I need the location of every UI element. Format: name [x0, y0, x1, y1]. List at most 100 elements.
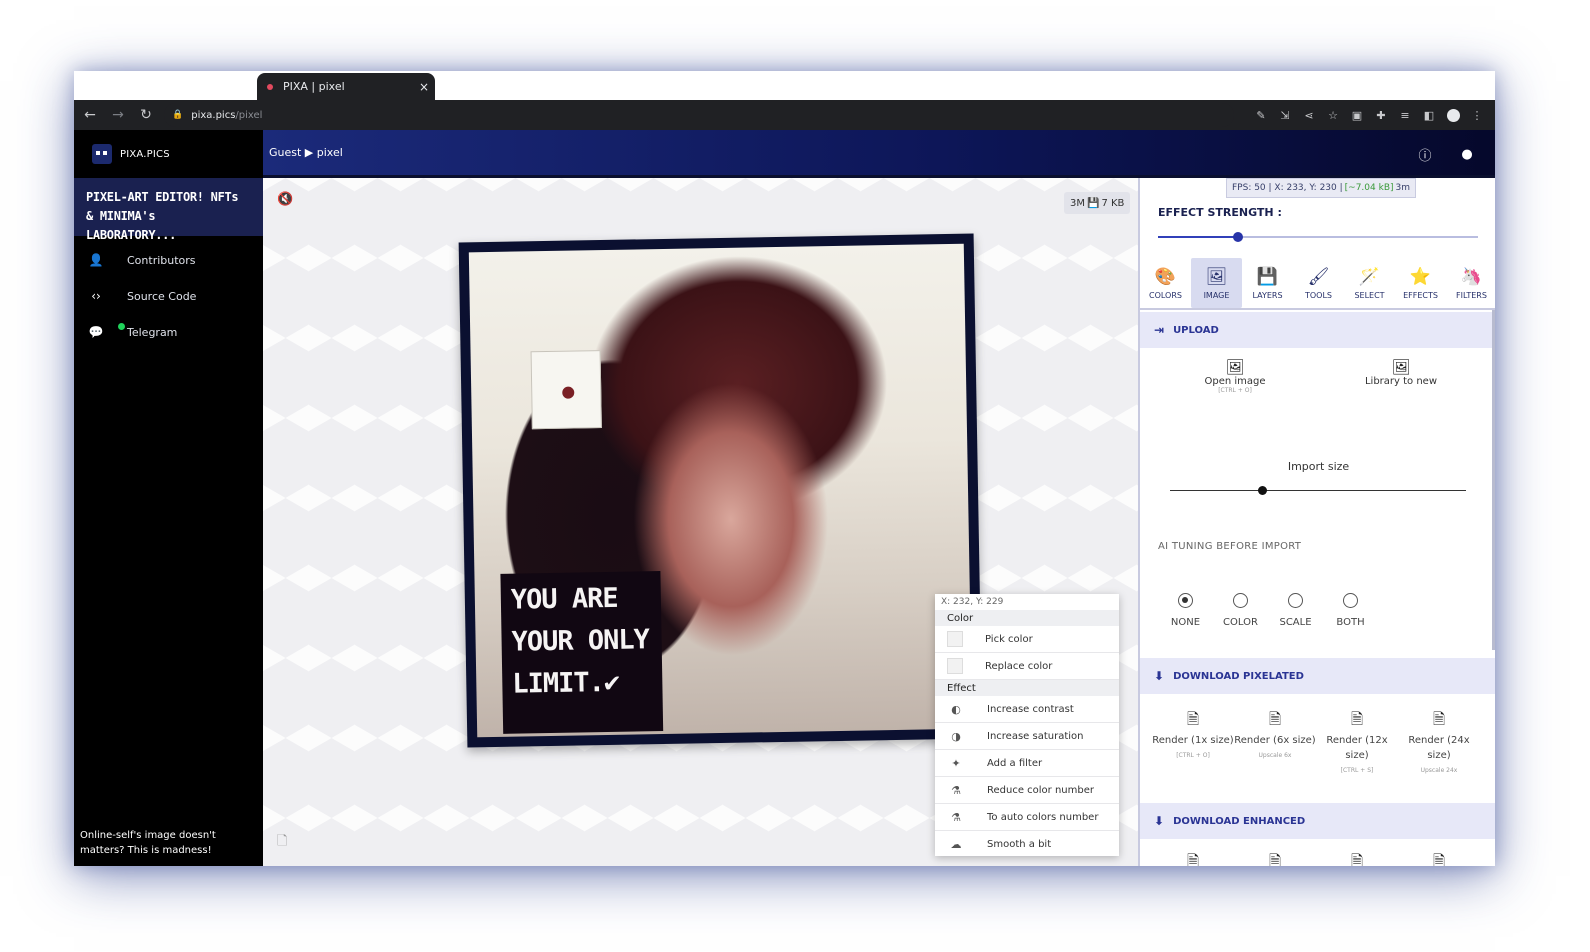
- section-title: DOWNLOAD ENHANCED: [1173, 815, 1306, 827]
- cloud-icon: ☁: [950, 837, 962, 851]
- radio-both[interactable]: BOTH: [1323, 593, 1378, 628]
- render-hint: [CTRL + S]: [1340, 767, 1374, 774]
- open-image-button[interactable]: 🖼 Open image [CTRL + O]: [1170, 358, 1300, 394]
- file-icon: 🗎: [1268, 852, 1282, 867]
- ai-tuning-label: AI TUNING BEFORE IMPORT: [1158, 541, 1302, 552]
- file-icon: 🗎: [1268, 710, 1282, 728]
- import-size-slider[interactable]: [1170, 486, 1466, 495]
- side-panel-icon[interactable]: ◧: [1417, 104, 1441, 126]
- open-image-label: Open image: [1204, 376, 1266, 387]
- menu-item-auto-colors-number[interactable]: ⚗ To auto colors number: [935, 804, 1119, 831]
- brand-name: PIXA.PICS: [120, 148, 170, 160]
- menu-item-increase-saturation[interactable]: ◑ Increase saturation: [935, 723, 1119, 750]
- file-icon: 🗎: [1432, 710, 1446, 728]
- brand[interactable]: PIXA.PICS: [74, 130, 263, 178]
- address-bar[interactable]: 🔒 pixa.pics/pixel: [164, 103, 1234, 127]
- render-12x-button[interactable]: 🗎 Render (12x size) [CTRL + S]: [1316, 712, 1398, 778]
- menu-item-add-filter[interactable]: ✦ Add a filter: [935, 750, 1119, 777]
- chat-icon: 💬: [88, 325, 104, 339]
- tab-label: FILTERS: [1456, 290, 1487, 300]
- menu-item-label: To auto colors number: [987, 811, 1099, 823]
- download-pixelated-header[interactable]: ⬇ DOWNLOAD PIXELATED: [1140, 658, 1495, 694]
- breadcrumb[interactable]: Guest ▶ pixel: [269, 146, 343, 159]
- tab-layers[interactable]: 💾 LAYERS: [1242, 258, 1293, 308]
- bookmark-star-icon[interactable]: ☆: [1321, 104, 1345, 126]
- install-icon[interactable]: ⇲: [1273, 104, 1297, 126]
- url-path: /pixel: [235, 109, 263, 121]
- upload-icon: ⇥: [1154, 323, 1165, 337]
- context-coords: X: 232, Y: 229: [941, 597, 1004, 607]
- render-1x-button[interactable]: 🗎 Render (1x size) [CTRL + O]: [1152, 712, 1234, 778]
- color-swatch-icon: [947, 658, 963, 674]
- reading-list-icon[interactable]: ≡: [1393, 104, 1417, 126]
- effect-strength-slider[interactable]: [1158, 232, 1478, 242]
- effect-strength-thumb[interactable]: [1233, 232, 1243, 242]
- download-enhanced-header[interactable]: ⬇ DOWNLOAD ENHANCED: [1140, 803, 1495, 839]
- person-icon: 👤: [88, 253, 104, 267]
- share-icon[interactable]: ⋖: [1297, 104, 1321, 126]
- radio-dot: [1288, 593, 1303, 608]
- radio-scale[interactable]: SCALE: [1268, 593, 1323, 628]
- tab-title: PIXA | pixel: [283, 80, 345, 93]
- kebab-menu-icon[interactable]: ⋮: [1465, 104, 1489, 126]
- tab-tools[interactable]: 🖌 TOOLS: [1293, 258, 1344, 308]
- forward-icon[interactable]: →: [106, 103, 130, 127]
- render-24x-button[interactable]: 🗎 Render (24x size) Upscale 24x: [1398, 712, 1480, 778]
- tab-colors[interactable]: 🎨 COLORS: [1140, 258, 1191, 308]
- menu-item-smooth[interactable]: ☁ Smooth a bit: [935, 831, 1119, 856]
- menu-item-label: Replace color: [985, 660, 1053, 672]
- upload-section-header[interactable]: ⇥ UPLOAD: [1140, 312, 1495, 348]
- tab-close-icon[interactable]: ×: [413, 80, 435, 94]
- tagline: PIXEL-ART EDITOR! NFTs & MINIMA's LABORA…: [74, 178, 263, 242]
- extension-badge-icon[interactable]: ▣: [1345, 104, 1369, 126]
- enhanced-render-button[interactable]: 🗎: [1398, 854, 1480, 867]
- enhanced-render-button[interactable]: 🗎: [1152, 854, 1234, 867]
- menu-item-label: Increase saturation: [987, 730, 1084, 742]
- add-image-icon: 🖼: [1225, 358, 1245, 376]
- browser-tab[interactable]: PIXA | pixel ×: [257, 73, 435, 100]
- menu-item-label: Pick color: [985, 633, 1033, 645]
- sidebar-item-source-code[interactable]: ‹› Source Code: [74, 278, 263, 314]
- canvas-area[interactable]: 🔇 3M 💾 7 KB YOU ARE YOUR ONLY LIMIT.✔ 🗋: [263, 178, 1138, 866]
- open-image-shortcut: [CTRL + O]: [1218, 387, 1252, 394]
- saturation-icon: ◑: [951, 729, 961, 743]
- sidebar-item-label: Source Code: [127, 289, 197, 303]
- tab-effects[interactable]: ⭐ EFFECTS: [1395, 258, 1446, 308]
- sidebar-item-label: Contributors: [127, 253, 196, 267]
- enhanced-render-button[interactable]: 🗎: [1234, 852, 1316, 867]
- info-icon[interactable]: ⓘ: [1415, 144, 1435, 164]
- menu-item-replace-color[interactable]: Replace color: [935, 653, 1119, 680]
- pixel-art-canvas[interactable]: YOU ARE YOUR ONLY LIMIT.✔: [458, 233, 983, 748]
- quote-line: LIMIT.✔: [512, 666, 620, 700]
- menu-item-pick-color[interactable]: Pick color: [935, 626, 1119, 653]
- sidebar-item-telegram[interactable]: 💬 Telegram: [74, 314, 263, 350]
- menu-item-increase-contrast[interactable]: ◐ Increase contrast: [935, 696, 1119, 723]
- location-icon[interactable]: ✎: [1249, 104, 1273, 126]
- render-6x-button[interactable]: 🗎 Render (6x size) Upscale 6x: [1234, 712, 1316, 778]
- tab-label: IMAGE: [1203, 290, 1230, 300]
- enhanced-render-buttons: 🗎 🗎 🗎 🗎: [1152, 852, 1492, 867]
- account-icon[interactable]: ●: [1457, 144, 1477, 164]
- palette-icon: 🎨: [1154, 266, 1177, 287]
- context-section-effect: Effect: [935, 680, 1119, 696]
- right-panel: FPS: 50 | X: 233, Y: 230 | [~7.04 kB] 3m…: [1138, 178, 1495, 866]
- puzzle-icon[interactable]: ✚: [1369, 104, 1393, 126]
- radio-color[interactable]: COLOR: [1213, 593, 1268, 628]
- mute-icon[interactable]: 🔇: [277, 192, 293, 207]
- reload-icon[interactable]: ↻: [134, 103, 158, 127]
- menu-item-reduce-color-number[interactable]: ⚗ Reduce color number: [935, 777, 1119, 804]
- tab-select[interactable]: 🪄 SELECT: [1344, 258, 1395, 308]
- tab-filters[interactable]: 🦄 FILTERS: [1446, 258, 1495, 308]
- file-icon[interactable]: 🗋: [277, 832, 287, 854]
- radio-none[interactable]: NONE: [1158, 593, 1213, 628]
- panel-scrollbar[interactable]: [1492, 310, 1495, 650]
- quote-line: YOU ARE: [510, 582, 618, 616]
- sidebar-item-contributors[interactable]: 👤 Contributors: [74, 242, 263, 278]
- enhanced-render-button[interactable]: 🗎: [1316, 854, 1398, 867]
- fps-readout: FPS: 50 | X: 233, Y: 230 | [~7.04 kB] 3m: [1226, 178, 1417, 198]
- library-to-new-button[interactable]: 🖼 Library to new: [1336, 358, 1466, 387]
- tab-image[interactable]: 🖼 IMAGE: [1191, 258, 1242, 308]
- import-size-thumb[interactable]: [1257, 486, 1267, 495]
- profile-avatar-icon[interactable]: [1441, 104, 1465, 126]
- back-icon[interactable]: ←: [78, 103, 102, 127]
